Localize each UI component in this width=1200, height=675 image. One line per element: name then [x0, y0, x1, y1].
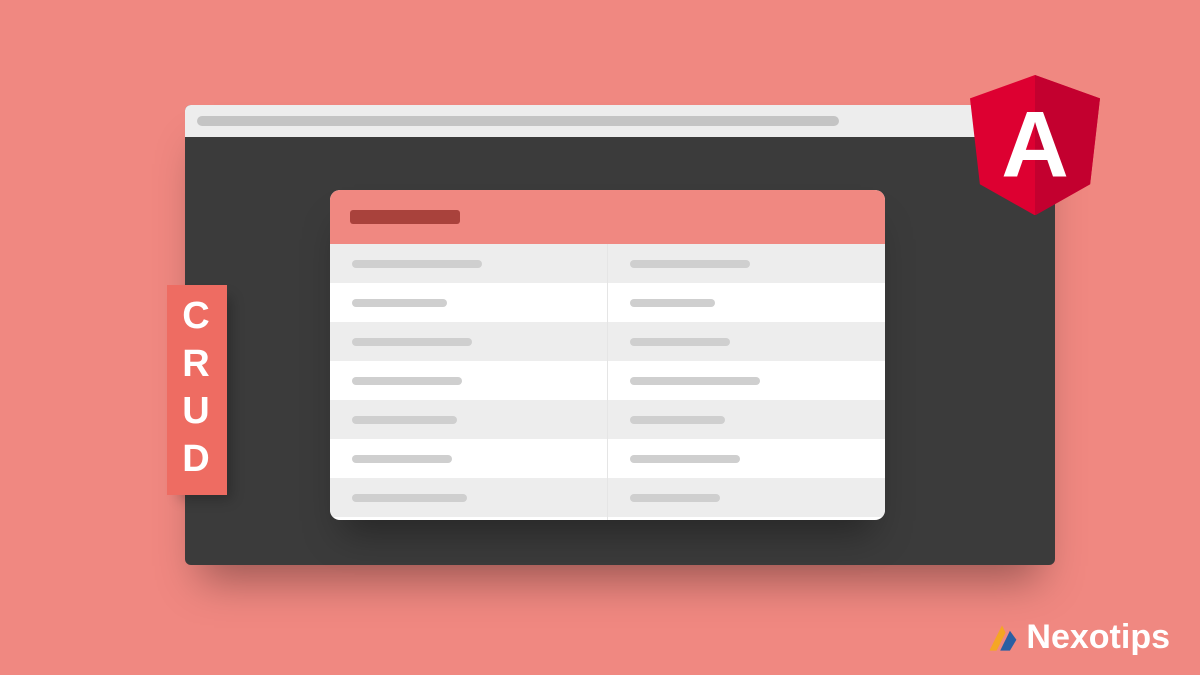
table-row [330, 283, 607, 322]
crud-letter: R [167, 341, 227, 389]
cell-placeholder [352, 338, 472, 346]
crud-badge: C R U D [167, 285, 227, 495]
crud-letter: D [167, 436, 227, 484]
svg-text:A: A [1001, 91, 1069, 196]
cell-placeholder [352, 260, 482, 268]
nexotips-icon [984, 620, 1020, 656]
card-header [330, 190, 885, 244]
cell-placeholder [630, 260, 750, 268]
table-col-right [608, 244, 885, 520]
crud-letter: C [167, 293, 227, 341]
crud-card [330, 190, 885, 520]
table-row [608, 244, 885, 283]
table-row [330, 439, 607, 478]
cell-placeholder [630, 494, 720, 502]
cell-placeholder [630, 455, 740, 463]
cell-placeholder [352, 299, 447, 307]
table-col-left [330, 244, 608, 520]
crud-table [330, 244, 885, 520]
cell-placeholder [630, 416, 725, 424]
cell-placeholder [630, 377, 760, 385]
card-title-placeholder [350, 210, 460, 224]
cell-placeholder [630, 338, 730, 346]
cell-placeholder [630, 299, 715, 307]
table-row [330, 478, 607, 517]
table-row [608, 478, 885, 517]
table-row [608, 400, 885, 439]
table-row [330, 361, 607, 400]
table-row [608, 283, 885, 322]
cell-placeholder [352, 455, 452, 463]
table-row [330, 322, 607, 361]
cell-placeholder [352, 377, 462, 385]
table-row [330, 400, 607, 439]
table-row [608, 361, 885, 400]
address-bar[interactable] [197, 116, 839, 126]
browser-titlebar [185, 105, 1055, 137]
crud-letter: U [167, 388, 227, 436]
nexotips-brand: Nexotips [984, 618, 1170, 657]
table-row [330, 244, 607, 283]
table-row [608, 439, 885, 478]
brand-name: Nexotips [1026, 618, 1170, 657]
angular-logo: A [970, 75, 1100, 215]
cell-placeholder [352, 416, 457, 424]
cell-placeholder [352, 494, 467, 502]
table-row [608, 322, 885, 361]
